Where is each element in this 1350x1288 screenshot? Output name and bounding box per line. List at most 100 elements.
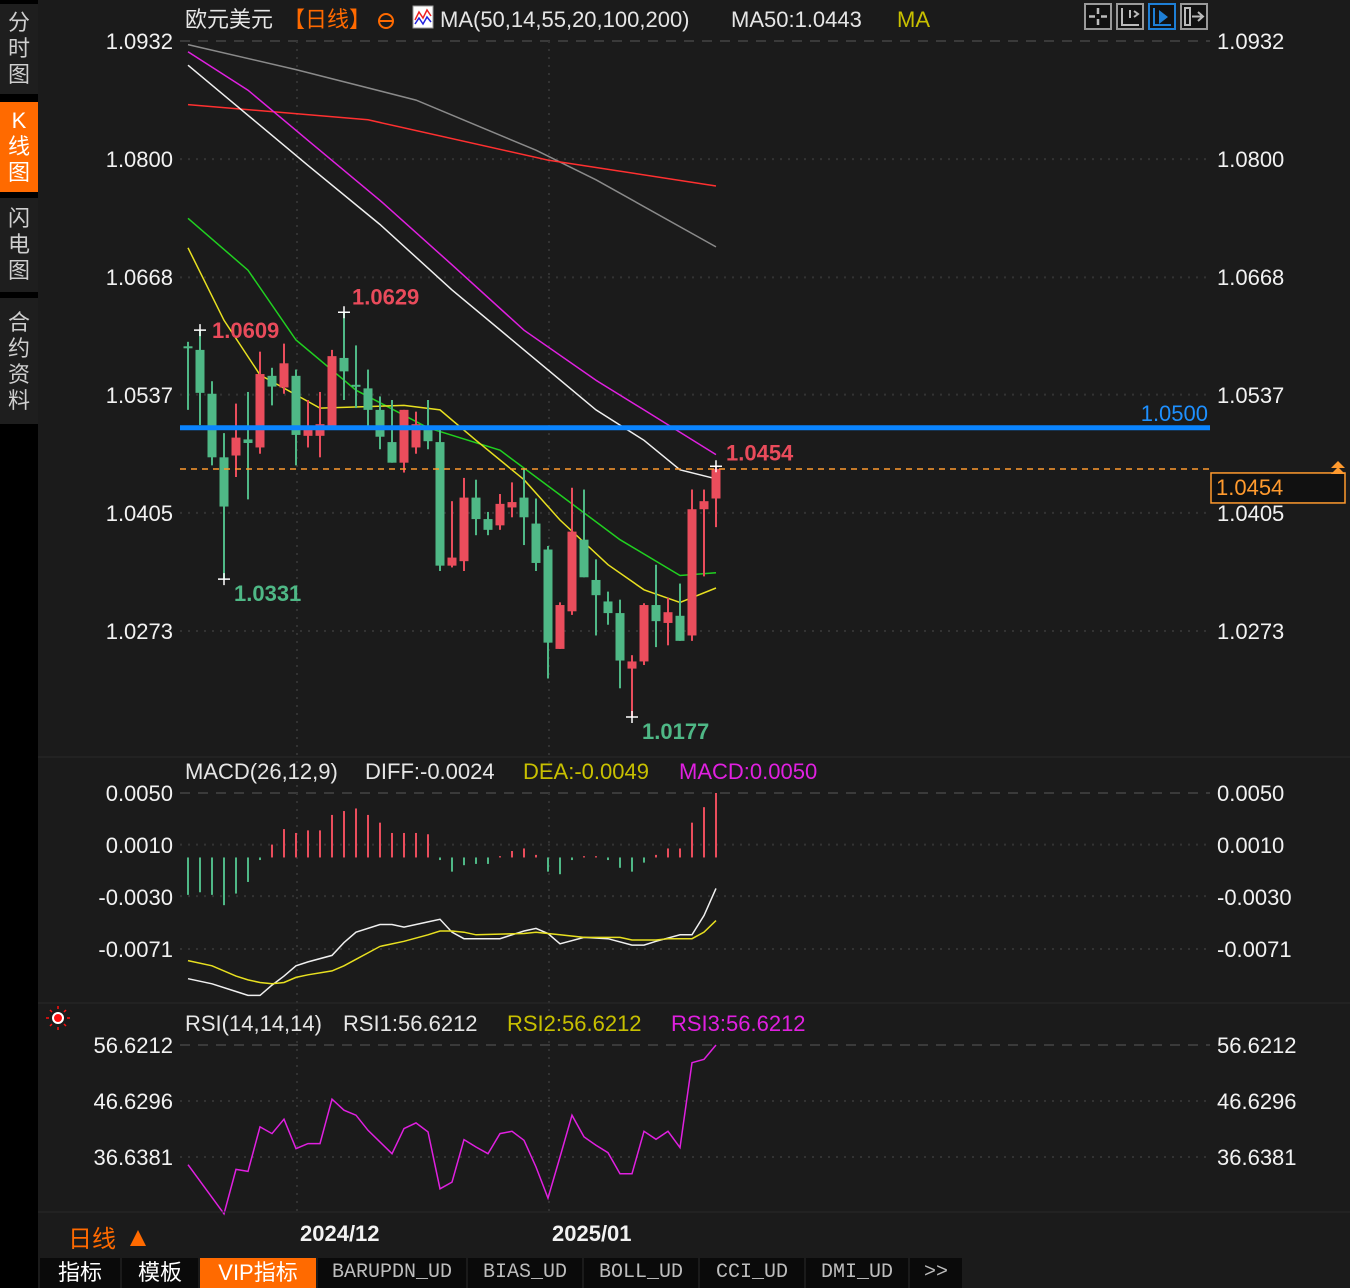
high-low-label: 1.0629: [352, 284, 419, 309]
candle-body: [627, 661, 637, 669]
tab-dmi[interactable]: DMI_UD: [806, 1258, 908, 1288]
axis-play-icon[interactable]: [1148, 3, 1176, 30]
candle-body: [639, 605, 649, 662]
move-right-icon[interactable]: [1180, 3, 1208, 30]
candle-body: [363, 388, 373, 410]
candle-body: [471, 497, 481, 520]
tab-bias[interactable]: BIAS_UD: [468, 1258, 582, 1288]
y-tick-left: 1.0405: [106, 501, 173, 526]
y-tick-left: 1.0800: [106, 147, 173, 172]
rsi-y-tick-right: 56.6212: [1217, 1033, 1297, 1058]
high-low-label: 1.0454: [726, 440, 794, 465]
candle-body: [327, 356, 337, 426]
tab-indicators[interactable]: 指标: [40, 1258, 120, 1288]
candle-body: [651, 605, 661, 622]
rsi3-legend: RSI3:56.6212: [671, 1011, 806, 1036]
main-header: 欧元美元 【日线】 MA(50,14,55,20,100,200) MA50:1…: [185, 5, 930, 32]
y-tick-left: 1.0668: [106, 265, 173, 290]
tab-boll[interactable]: BOLL_UD: [584, 1258, 698, 1288]
macd-dea-legend: DEA:-0.0049: [523, 759, 649, 784]
macd-title: MACD(26,12,9): [185, 759, 338, 784]
crosshair-icon[interactable]: [1084, 3, 1112, 30]
rsi-y-tick-right: 46.6296: [1217, 1089, 1297, 1114]
candle-body: [495, 503, 505, 526]
ma-value: MA50:1.0443: [731, 7, 862, 32]
candle-body: [555, 605, 565, 649]
tab-cci[interactable]: CCI_UD: [700, 1258, 804, 1288]
candle-body: [543, 549, 553, 643]
y-tick-left: 1.0932: [106, 29, 173, 54]
candle-body: [279, 363, 289, 388]
y-tick-right: 1.0932: [1217, 29, 1284, 54]
rsi-y-tick-right: 36.6381: [1217, 1145, 1297, 1170]
candle-body: [459, 497, 469, 562]
macd-y-tick-left: -0.0071: [98, 937, 173, 962]
period-selector[interactable]: 日线: [68, 1226, 116, 1253]
y-tick-right: 1.0537: [1217, 383, 1284, 408]
high-low-label: 1.0177: [642, 719, 709, 744]
candle-body: [255, 374, 265, 448]
indicator-chart-icon[interactable]: [412, 5, 434, 29]
ma-toggle[interactable]: MA: [897, 7, 930, 32]
macd-y-tick-right: -0.0030: [1217, 885, 1292, 910]
candle-body: [663, 612, 673, 623]
candle-body: [687, 509, 697, 636]
candle-body: [567, 531, 577, 612]
chart-canvas[interactable]: 1.0932 1.0800 1.0668 1.0537 1.0405 1.027…: [0, 0, 1350, 1288]
candle-body: [603, 601, 613, 614]
rsi-title: RSI(14,14,14): [185, 1011, 322, 1036]
candle-body: [351, 384, 361, 387]
candle-body: [375, 409, 385, 437]
candle-body: [399, 409, 409, 463]
x-tick-label: 2024/12: [300, 1221, 380, 1246]
macd-y-tick-left: 0.0010: [106, 833, 173, 858]
y-tick-right: 1.0800: [1217, 147, 1284, 172]
candle-body: [579, 539, 589, 578]
candle-body: [615, 613, 625, 661]
tab-barupdn[interactable]: BARUPDN_UD: [318, 1258, 466, 1288]
tab-templates[interactable]: 模板: [122, 1258, 198, 1288]
y-tick-right: 1.0273: [1217, 619, 1284, 644]
high-low-label: 1.0609: [212, 318, 279, 343]
axis-scale-icon[interactable]: [1116, 3, 1144, 30]
candle-body: [435, 442, 445, 566]
ma-params: MA(50,14,55,20,100,200): [440, 7, 690, 32]
macd-value-legend: MACD:0.0050: [679, 759, 817, 784]
candle-body: [711, 468, 721, 499]
candle-body: [531, 523, 541, 563]
candle-body: [195, 349, 205, 393]
y-tick-left: 1.0537: [106, 383, 173, 408]
rsi-y-tick-left: 36.6381: [93, 1145, 173, 1170]
y-tick-right: 1.0405: [1217, 501, 1284, 526]
y-tick-left: 1.0273: [106, 619, 173, 644]
rsi-y-tick-left: 46.6296: [93, 1089, 173, 1114]
candle-body: [219, 457, 229, 507]
candle-body: [267, 375, 277, 387]
x-tick-label: 2025/01: [552, 1221, 632, 1246]
symbol-name: 欧元美元: [185, 7, 273, 32]
candle-body: [231, 437, 241, 456]
candle-body: [183, 346, 193, 349]
candle-body: [483, 519, 493, 530]
candle-body: [507, 502, 517, 508]
macd-y-tick-left: 0.0050: [106, 781, 173, 806]
rsi1-legend: RSI1:56.6212: [343, 1011, 478, 1036]
price-level-label: 1.0500: [1141, 401, 1208, 426]
candle-body: [591, 579, 601, 596]
macd-y-tick-right: 0.0010: [1217, 833, 1284, 858]
rsi-y-tick-left: 56.6212: [93, 1033, 173, 1058]
tab-vip-indicators[interactable]: VIP指标: [200, 1258, 316, 1288]
candle-body: [387, 442, 397, 463]
macd-y-tick-right: 0.0050: [1217, 781, 1284, 806]
candle-body: [447, 557, 457, 566]
y-tick-right: 1.0668: [1217, 265, 1284, 290]
macd-diff-legend: DIFF:-0.0024: [365, 759, 495, 784]
macd-y-tick-left: -0.0030: [98, 885, 173, 910]
candle-body: [339, 357, 349, 372]
candle-body: [675, 615, 685, 641]
candle-body: [243, 439, 253, 443]
tab-more[interactable]: >>: [910, 1258, 962, 1288]
last-price-label: 1.0454: [1216, 475, 1283, 500]
period-label: 【日线】: [283, 7, 371, 32]
candle-body: [519, 497, 529, 518]
